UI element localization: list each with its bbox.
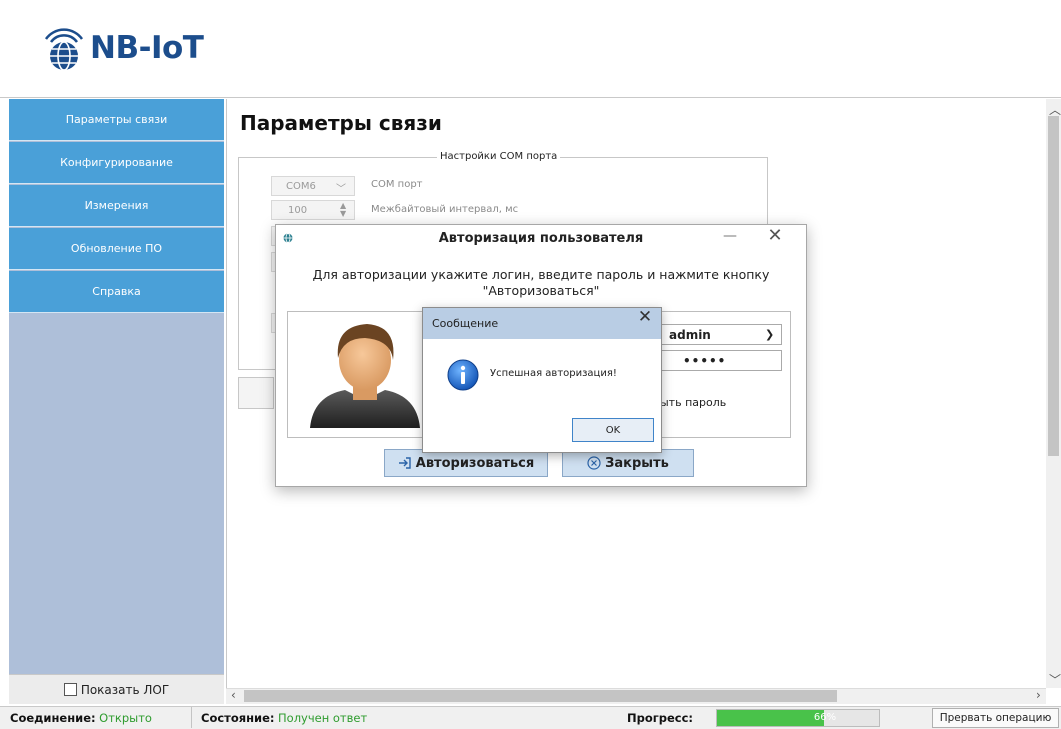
login-value: admin [669,327,711,342]
status-divider [191,707,192,728]
authorize-button[interactable]: Авторизоваться [384,449,548,477]
connection-value: Открыто [99,711,152,725]
interval-label: Межбайтовый интервал, мс [371,204,519,215]
state-status: Состояние: Получен ответ [201,711,367,725]
state-label: Состояние: [201,711,275,725]
ok-button[interactable]: OK [572,418,654,442]
scroll-right-icon[interactable]: › [1036,688,1041,702]
background-button[interactable] [238,377,274,409]
scroll-left-icon[interactable]: ‹ [231,688,236,702]
login-select[interactable]: admin ❯ [658,324,782,345]
sidebar-item-help[interactable]: Справка [9,271,224,313]
connection-status: Соединение: Открыто [10,711,152,725]
interval-value: 100 [288,204,308,216]
login-arrow-icon [398,457,411,469]
logo-text: NB-IoT [90,30,204,66]
vertical-scrollbar-thumb[interactable] [1048,116,1059,456]
connection-label: Соединение: [10,711,96,725]
checkbox-box[interactable] [63,683,77,696]
page-title: Параметры связи [240,111,442,135]
close-icon[interactable]: ✕ [764,225,786,246]
instruction-line-1: Для авторизации укажите логин, введите п… [312,267,770,282]
sidebar-item-measurements[interactable]: Измерения [9,185,224,227]
chevron-down-icon: ❯ [765,328,775,341]
instruction-line-2: "Авторизоваться" [482,283,600,298]
info-icon [447,359,479,391]
sidebar-item-firmware-update[interactable]: Обновление ПО [9,228,224,270]
user-avatar-icon [310,324,420,428]
com-port-value: COM6 [286,180,316,192]
com-port-select[interactable]: COM6 ﹀ [271,176,355,196]
sidebar: Параметры связи Конфигурирование Измерен… [9,99,224,704]
close-button[interactable]: Закрыть [562,449,694,477]
progress-label: Прогресс: [627,711,694,725]
minimize-icon[interactable]: — [720,228,740,246]
message-title: Сообщение [432,317,499,330]
horizontal-scrollbar-thumb[interactable] [244,690,837,702]
auth-instruction: Для авторизации укажите логин, введите п… [298,267,784,299]
scroll-down-icon[interactable]: ﹀ [1049,671,1061,688]
password-input[interactable]: ••••• [658,350,782,371]
scroll-up-icon[interactable]: ︿ [1049,101,1061,118]
close-circle-icon [587,456,601,470]
com-settings-group-title: Настройки COM порта [437,151,561,162]
globe-logo-icon [44,28,84,71]
spinner-arrows-icon: ▲ ▼ [340,201,347,218]
close-label: Закрыть [605,455,669,471]
state-value: Получен ответ [278,711,368,725]
close-icon[interactable]: ✕ [634,307,656,327]
chevron-down-icon: ﹀ [336,184,346,195]
progress-text: 66% [813,712,837,723]
interval-spinner[interactable]: 100 ▲ ▼ [271,200,355,220]
show-password-label[interactable]: ыть пароль [660,396,726,409]
sidebar-item-configuration[interactable]: Конфигурирование [9,142,224,184]
sidebar-item-connection-params[interactable]: Параметры связи [9,99,224,141]
show-log-label: Показать ЛОГ [80,682,170,697]
authorize-label: Авторизоваться [415,455,535,471]
show-log-checkbox[interactable]: Показать ЛОГ [9,674,224,704]
message-text: Успешная авторизация! [490,368,617,379]
abort-operation-button[interactable]: Прервать операцию [932,708,1059,728]
com-port-label: COM порт [371,179,423,190]
